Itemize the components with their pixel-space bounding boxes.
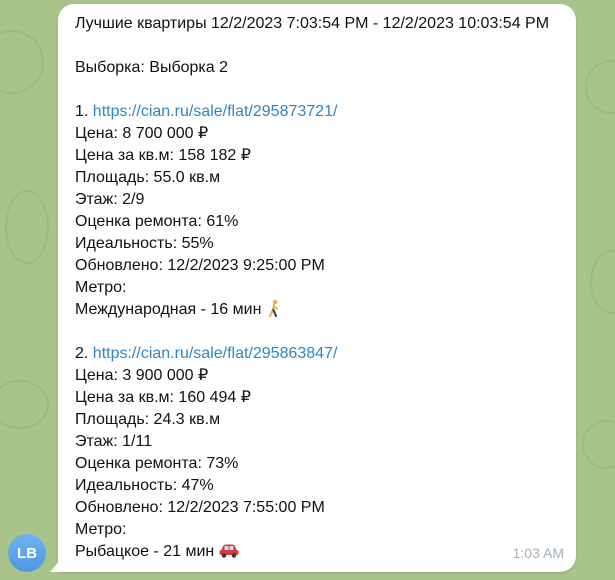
listing-ideal-score: Идеальность: 55% xyxy=(75,235,214,252)
message-bubble[interactable]: Лучшие квартиры 12/2/2023 7:03:54 PM - 1… xyxy=(58,4,576,572)
metro-station-text: Международная - 16 мин xyxy=(75,301,262,318)
wallpaper-doodle xyxy=(585,60,615,114)
listing-item: 1. https://cian.ru/sale/flat/295873721/ … xyxy=(75,101,564,321)
wallpaper-doodle xyxy=(0,30,44,94)
listing-price-per-meter: Цена за кв.м: 160 494 ₽ xyxy=(75,389,251,406)
listing-number: 1. xyxy=(75,103,89,120)
listing-link-line: 2. https://cian.ru/sale/flat/295863847/ xyxy=(75,343,564,365)
listing-metro-label: Метро: xyxy=(75,279,127,296)
wallpaper-doodle xyxy=(590,250,615,314)
listing-item: 2. https://cian.ru/sale/flat/295863847/ … xyxy=(75,343,564,563)
listing-area: Площадь: 24.3 кв.м xyxy=(75,411,221,428)
wallpaper-doodle xyxy=(582,420,615,469)
listing-updated: Обновлено: 12/2/2023 9:25:00 PM xyxy=(75,257,325,274)
wallpaper-doodle xyxy=(5,190,49,264)
listing-link[interactable]: https://cian.ru/sale/flat/295863847/ xyxy=(93,345,338,362)
listing-price: Цена: 3 900 000 ₽ xyxy=(75,367,209,384)
listing-updated: Обновлено: 12/2/2023 7:55:00 PM xyxy=(75,499,325,516)
wallpaper-doodle xyxy=(0,380,49,429)
listing-metro: Рыбацкое - 21 мин xyxy=(75,541,564,563)
listing-repair-score: Оценка ремонта: 61% xyxy=(75,213,239,230)
listing-link[interactable]: https://cian.ru/sale/flat/295873721/ xyxy=(93,103,338,120)
listing-repair-score: Оценка ремонта: 73% xyxy=(75,455,239,472)
listing-link-line: 1. https://cian.ru/sale/flat/295873721/ xyxy=(75,101,564,123)
avatar[interactable]: LB xyxy=(8,534,46,572)
listing-metro-label: Метро: xyxy=(75,521,127,538)
listing-floor: Этаж: 1/11 xyxy=(75,433,153,450)
listing-metro: Международная - 16 мин xyxy=(75,299,564,321)
message-header: Лучшие квартиры 12/2/2023 7:03:54 PM - 1… xyxy=(75,15,550,32)
message-timestamp: 1:03 AM xyxy=(512,545,564,561)
listing-floor: Этаж: 2/9 xyxy=(75,191,145,208)
listing-ideal-score: Идеальность: 47% xyxy=(75,477,214,494)
avatar-initials: LB xyxy=(17,544,37,562)
listing-number: 2. xyxy=(75,345,89,362)
metro-station-text: Рыбацкое - 21 мин xyxy=(75,543,215,560)
selection-label: Выборка: Выборка 2 xyxy=(75,59,228,76)
listing-price: Цена: 8 700 000 ₽ xyxy=(75,125,209,142)
listing-price-per-meter: Цена за кв.м: 158 182 ₽ xyxy=(75,147,251,164)
walking-person-icon xyxy=(269,299,279,317)
car-icon xyxy=(219,544,239,558)
bubble-tail xyxy=(50,560,60,572)
listing-area: Площадь: 55.0 кв.м xyxy=(75,169,221,186)
